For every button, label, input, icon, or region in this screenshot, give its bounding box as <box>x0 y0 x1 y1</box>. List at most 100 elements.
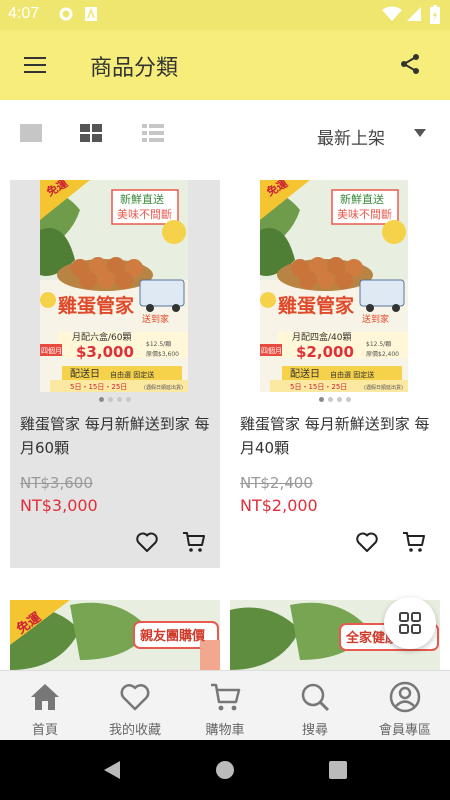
pager-dot <box>337 397 342 402</box>
image-slogan-2: 美味不間斷 <box>117 208 172 221</box>
wifi-status-icon <box>382 6 402 21</box>
image-slogan-1: 新鮮直送 <box>120 192 164 206</box>
heart-icon <box>136 532 158 552</box>
product-card[interactable]: 免運 新鮮直送 美味不間斷 雞蛋管家 送到家 月配四盒/40顆 四個月 $2,0… <box>230 180 440 568</box>
favorite-button[interactable] <box>135 530 159 554</box>
product-name[interactable]: 雞蛋管家 每月新鮮送到家 每月40顆 <box>240 412 435 460</box>
image-delivery-opts: 自由選 固定送 <box>330 370 374 379</box>
image-brand-sub: 送到家 <box>362 313 389 325</box>
pager-dot <box>328 397 333 402</box>
pager-dot <box>117 397 122 402</box>
heart-icon <box>356 532 378 552</box>
product-card-peek[interactable]: 免運 親友團購價 <box>10 600 220 670</box>
notification-status-icon <box>85 7 97 21</box>
sale-price: NT$2,000 <box>240 496 318 515</box>
page-title: 商品分類 <box>90 56 179 81</box>
bottom-nav: 首頁 我的收藏 購物車 搜尋 會員專區 <box>0 670 450 740</box>
image-period: 四個月 <box>261 346 282 355</box>
image-dates-note: (遇假日順延出貨) <box>364 384 403 391</box>
sort-caret-icon[interactable] <box>414 129 426 137</box>
menu-button[interactable] <box>22 52 48 78</box>
heart-icon <box>120 684 150 711</box>
image-period: 四個月 <box>41 346 62 355</box>
product-image[interactable]: 免運 新鮮直送 美味不間斷 雞蛋管家 送到家 月配六盒/60顆 四個月 $3,0… <box>40 180 188 392</box>
status-bar: 4:07 <box>0 0 450 30</box>
image-pager-dots <box>230 397 440 402</box>
image-delivery: 配送日 <box>290 367 320 380</box>
nav-label: 會員專區 <box>378 723 431 738</box>
nav-item-home[interactable]: 首頁 <box>0 671 90 741</box>
image-brand: 雞蛋管家 <box>277 294 355 317</box>
battery-status-icon <box>430 5 440 24</box>
image-orig-note: 原價$3,600 <box>146 350 179 358</box>
category-fab-button[interactable] <box>384 597 436 649</box>
image-dates: 5日・15日・25日 <box>70 383 127 391</box>
sort-dropdown[interactable]: 最新上架 <box>317 124 385 149</box>
single-view-button[interactable] <box>20 124 44 146</box>
image-promo-price: $3,000 <box>76 343 134 361</box>
nav-label: 購物車 <box>205 723 245 738</box>
account-icon <box>389 681 421 713</box>
image-delivery: 配送日 <box>70 367 100 380</box>
nav-item-favorites[interactable]: 我的收藏 <box>90 671 180 741</box>
nav-item-search[interactable]: 搜尋 <box>270 671 360 741</box>
recents-icon[interactable] <box>328 760 348 780</box>
share-button[interactable] <box>398 52 424 78</box>
list-view-icon <box>142 124 164 142</box>
image-brand-sub: 送到家 <box>142 313 169 325</box>
cart-icon <box>211 683 241 711</box>
sale-price: NT$3,000 <box>20 496 98 515</box>
image-orig-note: 原價$2,400 <box>366 350 399 358</box>
cart-icon <box>403 532 425 552</box>
view-toolbar: 最新上架 <box>0 100 450 168</box>
image-delivery-opts: 自由選 固定送 <box>110 370 154 379</box>
product-image: 免運 親友團購價 <box>10 600 220 670</box>
image-promo-price: $2,000 <box>296 343 354 361</box>
status-time: 4:07 <box>8 5 40 22</box>
system-nav-bar <box>0 740 450 800</box>
list-view-button[interactable] <box>142 124 166 146</box>
product-image[interactable]: 免運 新鮮直送 美味不間斷 雞蛋管家 送到家 月配四盒/40顆 四個月 $2,0… <box>260 180 408 392</box>
product-card[interactable]: 免運 新鮮直送 美味不間斷 雞蛋管家 送到家 月配六盒/60顆 四個月 $3,0… <box>10 180 220 568</box>
back-icon[interactable] <box>102 760 122 780</box>
original-price: NT$3,600 <box>20 474 93 492</box>
pager-dot <box>346 397 351 402</box>
image-unit-price: $12.5/顆 <box>146 341 171 348</box>
image-plan: 月配四盒/40顆 <box>292 331 352 343</box>
home-icon <box>31 684 59 710</box>
home-circle-icon[interactable] <box>215 760 235 780</box>
image-slogan-2: 美味不間斷 <box>337 208 392 221</box>
settings-status-icon <box>59 7 73 21</box>
image-pager-dots <box>10 397 220 402</box>
grid-view-button[interactable] <box>80 124 104 146</box>
nav-item-cart[interactable]: 購物車 <box>180 671 270 741</box>
category-grid-icon <box>399 612 421 634</box>
cart-icon <box>183 532 205 552</box>
favorite-button[interactable] <box>355 530 379 554</box>
pager-dot <box>126 397 131 402</box>
image-dates-note: (遇假日順延出貨) <box>144 384 183 391</box>
nav-label: 搜尋 <box>301 723 328 738</box>
nav-item-account[interactable]: 會員專區 <box>360 671 450 741</box>
image-unit-price: $12.5/顆 <box>366 341 391 348</box>
hamburger-icon <box>24 57 46 73</box>
image-brand: 雞蛋管家 <box>57 294 135 317</box>
image-dates: 5日・15日・25日 <box>290 383 347 391</box>
image-plan: 月配六盒/60顆 <box>72 331 132 343</box>
nav-label: 首頁 <box>31 723 58 738</box>
add-to-cart-button[interactable] <box>182 530 206 554</box>
image-tag: 親友團購價 <box>140 628 206 644</box>
pager-dot <box>108 397 113 402</box>
app-bar: 商品分類 <box>0 30 450 100</box>
product-name[interactable]: 雞蛋管家 每月新鮮送到家 每月60顆 <box>20 412 215 460</box>
image-slogan-1: 新鮮直送 <box>340 192 384 206</box>
grid-view-icon <box>80 124 102 142</box>
pager-dot <box>99 397 104 402</box>
original-price: NT$2,400 <box>240 474 313 492</box>
add-to-cart-button[interactable] <box>402 530 426 554</box>
single-view-icon <box>20 124 42 142</box>
search-icon <box>301 683 330 712</box>
share-icon <box>401 54 419 74</box>
nav-label: 我的收藏 <box>108 723 161 738</box>
signal-status-icon <box>407 7 421 21</box>
